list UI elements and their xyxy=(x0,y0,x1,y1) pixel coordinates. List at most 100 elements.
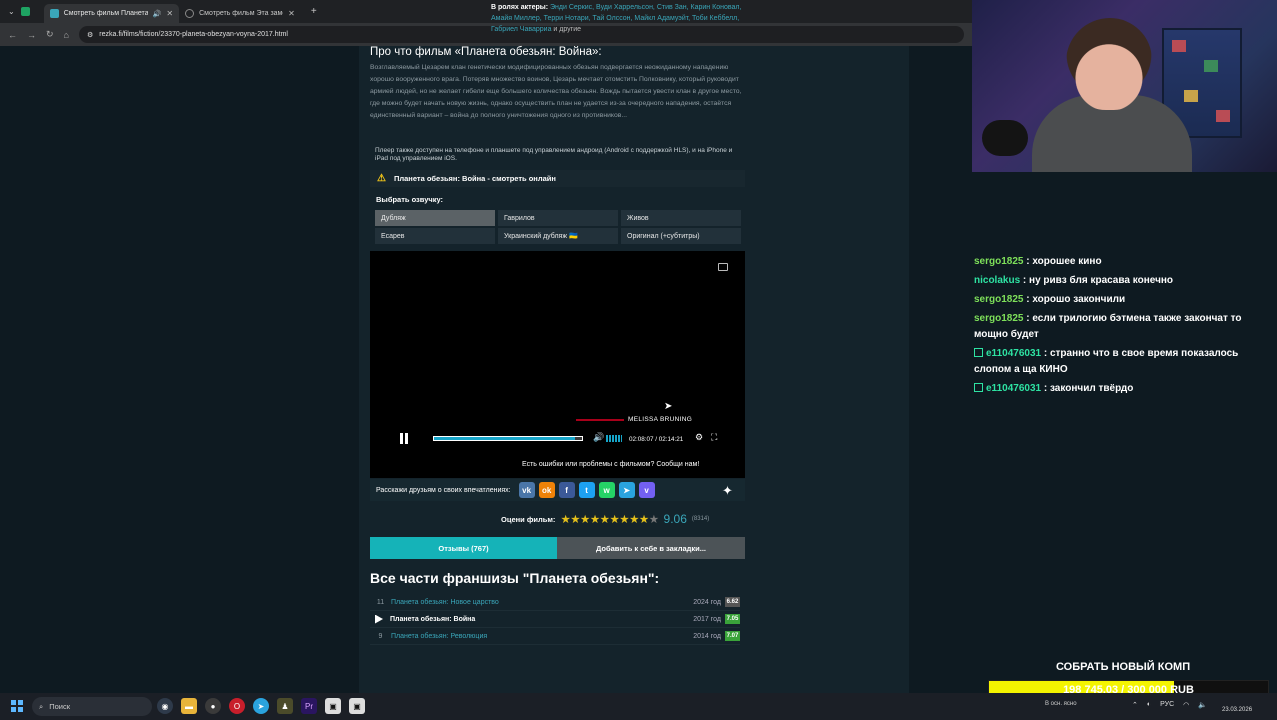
wifi-icon[interactable]: ◠ xyxy=(1183,701,1189,709)
close-tab-icon[interactable]: ✕ xyxy=(288,9,295,18)
chat-message: sergo1825 : если трилогию бэтмена также … xyxy=(974,311,1264,343)
share-bar: Расскажи друзьям о своих впечатлениях: v… xyxy=(370,479,745,501)
site-favicon-icon xyxy=(49,9,59,18)
player-note: Плеер также доступен на телефоне и планш… xyxy=(375,147,733,162)
settings-gear-icon[interactable]: ⚙ xyxy=(695,432,703,443)
home-icon[interactable]: ⌂ xyxy=(64,30,69,40)
franchise-score: 7.07 xyxy=(725,631,740,641)
chat-message: e110476031 : странно что в свое время по… xyxy=(974,346,1264,378)
chrome-icon[interactable]: ◉ xyxy=(157,698,173,714)
pause-icon[interactable] xyxy=(399,433,409,444)
franchise-year: 2024 год xyxy=(693,598,721,606)
tab-title: Смотреть фильм Планета xyxy=(63,10,148,17)
chat-user: e110476031 xyxy=(986,383,1042,394)
stars-filled[interactable]: ★★★★★★★★★ xyxy=(560,514,649,526)
ok-icon[interactable]: ok xyxy=(538,482,555,498)
premiere-icon[interactable]: Pr xyxy=(301,698,317,714)
volume-tray-icon[interactable]: 🔈 xyxy=(1198,701,1207,709)
taskbar-search[interactable]: ⌕ Поиск xyxy=(32,697,152,716)
page-scrollbar[interactable] xyxy=(1269,172,1277,693)
voice-selector: Дубляж Гаврилов Живов Есарев Украинский … xyxy=(375,210,741,244)
voice-option[interactable]: Гаврилов xyxy=(498,210,618,226)
close-tab-icon[interactable]: ✕ xyxy=(166,9,173,18)
shuriken-icon[interactable]: ✦ xyxy=(722,483,733,499)
chat-text: : хорошо закончили xyxy=(1023,294,1126,305)
chat-background xyxy=(972,172,1277,693)
franchise-name[interactable]: Планета обезьян: Новое царство xyxy=(391,599,671,606)
voice-option[interactable]: Дубляж xyxy=(375,210,495,226)
back-icon[interactable]: ← xyxy=(8,30,17,40)
chat-text: : хорошее кино xyxy=(1023,256,1102,267)
viber-icon[interactable]: v xyxy=(638,482,655,498)
obs-icon[interactable]: ● xyxy=(205,698,221,714)
weather-text[interactable]: В осн. ясно xyxy=(1045,701,1077,707)
report-error-link[interactable]: Есть ошибки или проблемы с фильмом? Сооб… xyxy=(522,461,699,468)
app-icon[interactable]: ♟ xyxy=(277,698,293,714)
reload-icon[interactable]: ↻ xyxy=(46,29,54,40)
clock[interactable]: 23.03.2026 xyxy=(1222,697,1252,715)
tray-app-icon[interactable]: ◐ xyxy=(1147,701,1151,709)
franchise-year: 2014 год xyxy=(693,632,721,640)
reviews-button[interactable]: Отзывы (767) xyxy=(370,537,557,559)
windows-start-icon[interactable] xyxy=(11,700,23,712)
warning-icon: ⚠ xyxy=(377,173,386,184)
progress-fill xyxy=(434,437,576,440)
facebook-icon[interactable]: f xyxy=(558,482,575,498)
file-explorer-icon[interactable]: ▬ xyxy=(181,698,197,714)
sheets-tab-icon[interactable] xyxy=(20,7,30,16)
vk-icon[interactable]: vk xyxy=(518,482,535,498)
tab-active[interactable]: Смотреть фильм Планета 🔊 ✕ xyxy=(43,4,180,23)
new-tab-button[interactable]: + xyxy=(311,6,317,17)
fullscreen-icon[interactable]: ⛶ xyxy=(711,432,717,443)
watch-online-bar: ⚠ Планета обезьян: Война - смотреть онла… xyxy=(370,170,745,187)
system-tray: ⌃ ◐ РУС ◠ 🔈 xyxy=(1132,701,1207,709)
chat-user: e110476031 xyxy=(986,348,1042,359)
voice-option[interactable]: Украинский дубляж 🇺🇦 xyxy=(498,228,618,244)
tab-menu-icon[interactable]: ⌄ xyxy=(8,7,15,16)
twitter-icon[interactable]: t xyxy=(578,482,595,498)
whatsapp-icon[interactable]: w xyxy=(598,482,615,498)
url-text: rezka.fi/films/fiction/23370-planeta-obe… xyxy=(99,31,288,38)
franchise-row[interactable]: 9 Планета обезьян: Революция 2014 год 7.… xyxy=(370,628,740,645)
telegram-icon[interactable]: ➤ xyxy=(618,482,635,498)
audio-icon[interactable]: 🔊 xyxy=(153,10,162,18)
microphone xyxy=(982,120,1028,156)
franchise-year: 2017 год xyxy=(693,615,721,623)
voice-option[interactable]: Живов xyxy=(621,210,741,226)
voice-option[interactable]: Оригинал (+субтитры) xyxy=(621,228,741,244)
forward-icon[interactable]: → xyxy=(27,30,36,40)
site-favicon-icon xyxy=(185,9,195,18)
chat-message: e110476031 : закончил твёрдо xyxy=(974,381,1264,397)
language-indicator[interactable]: РУС xyxy=(1160,701,1174,709)
credit-text: MELISSA BRUNING xyxy=(628,416,693,423)
stars-empty[interactable]: ★ xyxy=(649,514,659,526)
app-window-icon[interactable]: ▣ xyxy=(349,698,365,714)
progress-bar[interactable] xyxy=(433,436,583,441)
rating-votes: (8314) xyxy=(691,516,710,522)
bookmark-button[interactable]: Добавить к себе в закладки... xyxy=(557,537,745,559)
voice-option[interactable]: Есарев xyxy=(375,228,495,244)
franchise-row[interactable]: Планета обезьян: Война 2017 год 7.05 xyxy=(370,611,740,628)
volume-icon[interactable]: 🔊 xyxy=(593,432,604,443)
subscriber-badge-icon xyxy=(974,383,983,392)
browser-tab-bar: ⌄ Смотреть фильм Планета 🔊 ✕ Смотреть фи… xyxy=(0,0,972,23)
app-window-icon[interactable]: ▣ xyxy=(325,698,341,714)
video-player[interactable]: MELISSA BRUNING ➤ 🔊 02:08:07 / 02:14:21 … xyxy=(370,251,745,478)
franchise-list: 11 Планета обезьян: Новое царство 2024 г… xyxy=(370,594,740,645)
stream-chat: sergo1825 : хорошее кино nicolakus : ну … xyxy=(974,254,1264,400)
chat-message: sergo1825 : хорошо закончили xyxy=(974,292,1264,308)
opera-icon[interactable]: O xyxy=(229,698,245,714)
tab-inactive[interactable]: Смотреть фильм Эта замечате ✕ xyxy=(179,4,301,23)
chat-user: sergo1825 xyxy=(974,313,1024,324)
time-display: 02:08:07 / 02:14:21 xyxy=(629,436,684,443)
telegram-icon[interactable]: ➤ xyxy=(253,698,269,714)
franchise-row[interactable]: 11 Планета обезьян: Новое царство 2024 г… xyxy=(370,594,740,611)
streamer-head xyxy=(1066,18,1152,110)
volume-slider[interactable] xyxy=(606,435,622,442)
franchise-name[interactable]: Планета обезьян: Революция xyxy=(391,633,671,640)
film-description: Возглавляемый Цезарем клан генетически м… xyxy=(370,64,742,119)
picture-in-picture-icon[interactable] xyxy=(718,263,728,271)
rating-stars[interactable]: ★★★★★★★★★★ xyxy=(560,512,659,526)
site-info-icon[interactable]: ⚙ xyxy=(87,31,93,39)
tray-chevron-icon[interactable]: ⌃ xyxy=(1132,701,1138,709)
